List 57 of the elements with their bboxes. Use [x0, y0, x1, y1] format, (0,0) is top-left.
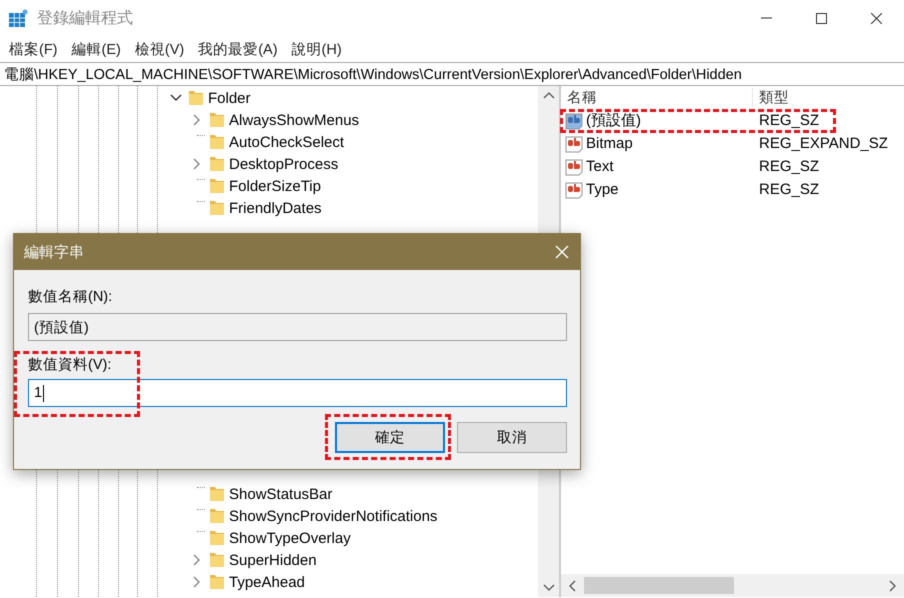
close-button[interactable] [554, 244, 570, 260]
folder-icon [210, 113, 224, 127]
folder-icon [210, 553, 224, 567]
folder-icon [210, 157, 224, 171]
tree-item[interactable]: FolderSizeTip [225, 176, 324, 196]
tree-item[interactable]: TypeAhead [225, 572, 308, 592]
menu-item[interactable]: 編輯(E) [64, 40, 128, 58]
scrollbar[interactable] [561, 574, 904, 597]
window-title: 登錄編輯程式 [37, 8, 134, 28]
tree-item[interactable]: SuperHidden [225, 550, 320, 570]
menu-item[interactable]: 我的最愛(A) [191, 40, 285, 58]
value-type: REG_SZ [759, 181, 820, 198]
scroll-left-icon[interactable] [567, 578, 578, 592]
value-type: REG_SZ [759, 112, 820, 129]
value-name[interactable]: (預設值) [586, 111, 641, 130]
tree-item[interactable]: AutoCheckSelect [225, 132, 348, 152]
folder-icon [210, 201, 224, 215]
menu-item[interactable]: 說明(H) [284, 40, 349, 58]
folder-icon [210, 509, 224, 523]
close-icon [871, 12, 882, 24]
folder-icon [210, 179, 224, 193]
scroll-up-icon[interactable] [542, 90, 556, 101]
tree-item[interactable]: FriendlyDates [225, 198, 325, 218]
tree-item[interactable]: ShowStatusBar [225, 484, 336, 504]
scroll-down-icon[interactable] [542, 582, 556, 593]
menu-item[interactable]: 檢視(V) [128, 40, 192, 58]
tree-item[interactable]: AlwaysShowMenus [225, 110, 362, 130]
close-icon [554, 244, 570, 260]
folder-icon [210, 487, 224, 501]
column-header[interactable]: 類型 [753, 88, 789, 107]
app-icon [9, 8, 28, 28]
minimize-icon [761, 17, 772, 19]
scroll-right-icon[interactable] [887, 578, 898, 592]
maximize-icon [816, 12, 827, 24]
column-header[interactable]: 名稱 [561, 88, 753, 107]
tree-item[interactable]: Folder [204, 88, 254, 108]
input-field[interactable]: 1 [28, 379, 567, 407]
folder-icon [210, 531, 224, 545]
field-label: 數值名稱(N): [28, 288, 114, 307]
address-bar[interactable]: 電腦\HKEY_LOCAL_MACHINE\SOFTWARE\Microsoft\Windows\CurrentVersion\Explorer\Advanced\Folder\Hidden [0, 62, 904, 86]
folder-icon [210, 135, 224, 149]
value-type: REG_EXPAND_SZ [759, 135, 888, 152]
value-type: REG_SZ [759, 158, 820, 175]
menu-item[interactable]: 檔案(F) [2, 40, 65, 58]
value-name[interactable]: Type [586, 181, 619, 198]
dialog-button[interactable]: 取消 [457, 422, 567, 453]
field-label: 數值資料(V): [28, 356, 112, 375]
dialog-button[interactable]: 確定 [335, 422, 445, 453]
value-name[interactable]: Bitmap [586, 135, 633, 152]
input-field[interactable]: (預設值) [28, 313, 567, 341]
folder-icon [189, 91, 203, 105]
value-name[interactable]: Text [586, 158, 614, 175]
folder-icon [210, 575, 224, 589]
tree-item[interactable]: ShowSyncProviderNotifications [225, 506, 440, 526]
tree-item[interactable]: ShowTypeOverlay [225, 528, 354, 548]
dialog-title: 編輯字串 [24, 242, 84, 262]
tree-item[interactable]: DesktopProcess [225, 154, 342, 174]
